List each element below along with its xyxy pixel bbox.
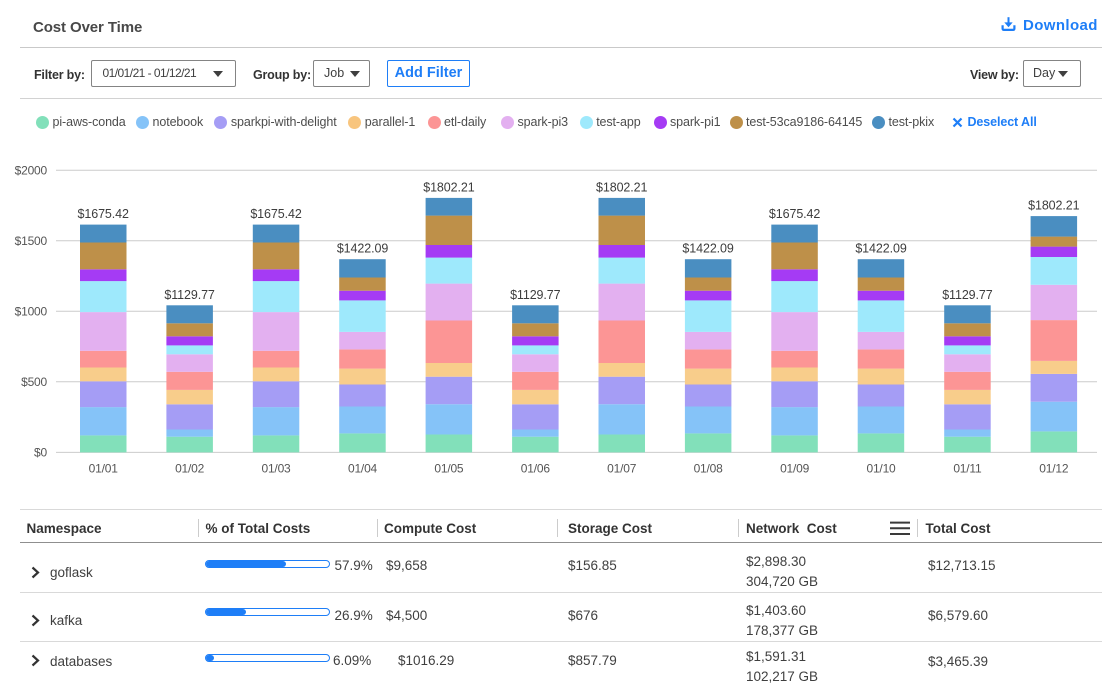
svg-text:$1000: $1000 bbox=[15, 305, 48, 319]
svg-text:$1129.77: $1129.77 bbox=[942, 288, 993, 302]
svg-text:$1422.09: $1422.09 bbox=[682, 242, 733, 256]
svg-text:$1422.09: $1422.09 bbox=[337, 242, 388, 256]
svg-text:01/12: 01/12 bbox=[1039, 462, 1069, 476]
svg-text:$1129.77: $1129.77 bbox=[510, 288, 561, 302]
svg-text:$1675.42: $1675.42 bbox=[250, 207, 301, 221]
svg-text:$500: $500 bbox=[21, 375, 47, 389]
svg-text:01/01: 01/01 bbox=[89, 462, 119, 476]
svg-text:01/08: 01/08 bbox=[694, 462, 724, 476]
svg-text:$1675.42: $1675.42 bbox=[78, 207, 129, 221]
svg-text:$0: $0 bbox=[34, 446, 47, 460]
svg-text:$1802.21: $1802.21 bbox=[596, 180, 647, 194]
svg-text:01/05: 01/05 bbox=[434, 462, 464, 476]
svg-text:$1802.21: $1802.21 bbox=[1028, 199, 1079, 213]
svg-text:01/10: 01/10 bbox=[866, 462, 896, 476]
svg-text:01/02: 01/02 bbox=[175, 462, 205, 476]
svg-text:$1422.09: $1422.09 bbox=[855, 242, 906, 256]
svg-text:$1129.77: $1129.77 bbox=[164, 288, 215, 302]
svg-text:$1500: $1500 bbox=[15, 234, 48, 248]
svg-text:01/07: 01/07 bbox=[607, 462, 637, 476]
svg-text:01/09: 01/09 bbox=[780, 462, 810, 476]
svg-text:01/03: 01/03 bbox=[261, 462, 291, 476]
svg-text:$1675.42: $1675.42 bbox=[769, 207, 820, 221]
svg-text:01/04: 01/04 bbox=[348, 462, 378, 476]
svg-text:01/11: 01/11 bbox=[953, 462, 982, 476]
svg-text:$2000: $2000 bbox=[15, 164, 48, 178]
svg-text:$1802.21: $1802.21 bbox=[423, 180, 474, 194]
svg-text:01/06: 01/06 bbox=[521, 462, 551, 476]
